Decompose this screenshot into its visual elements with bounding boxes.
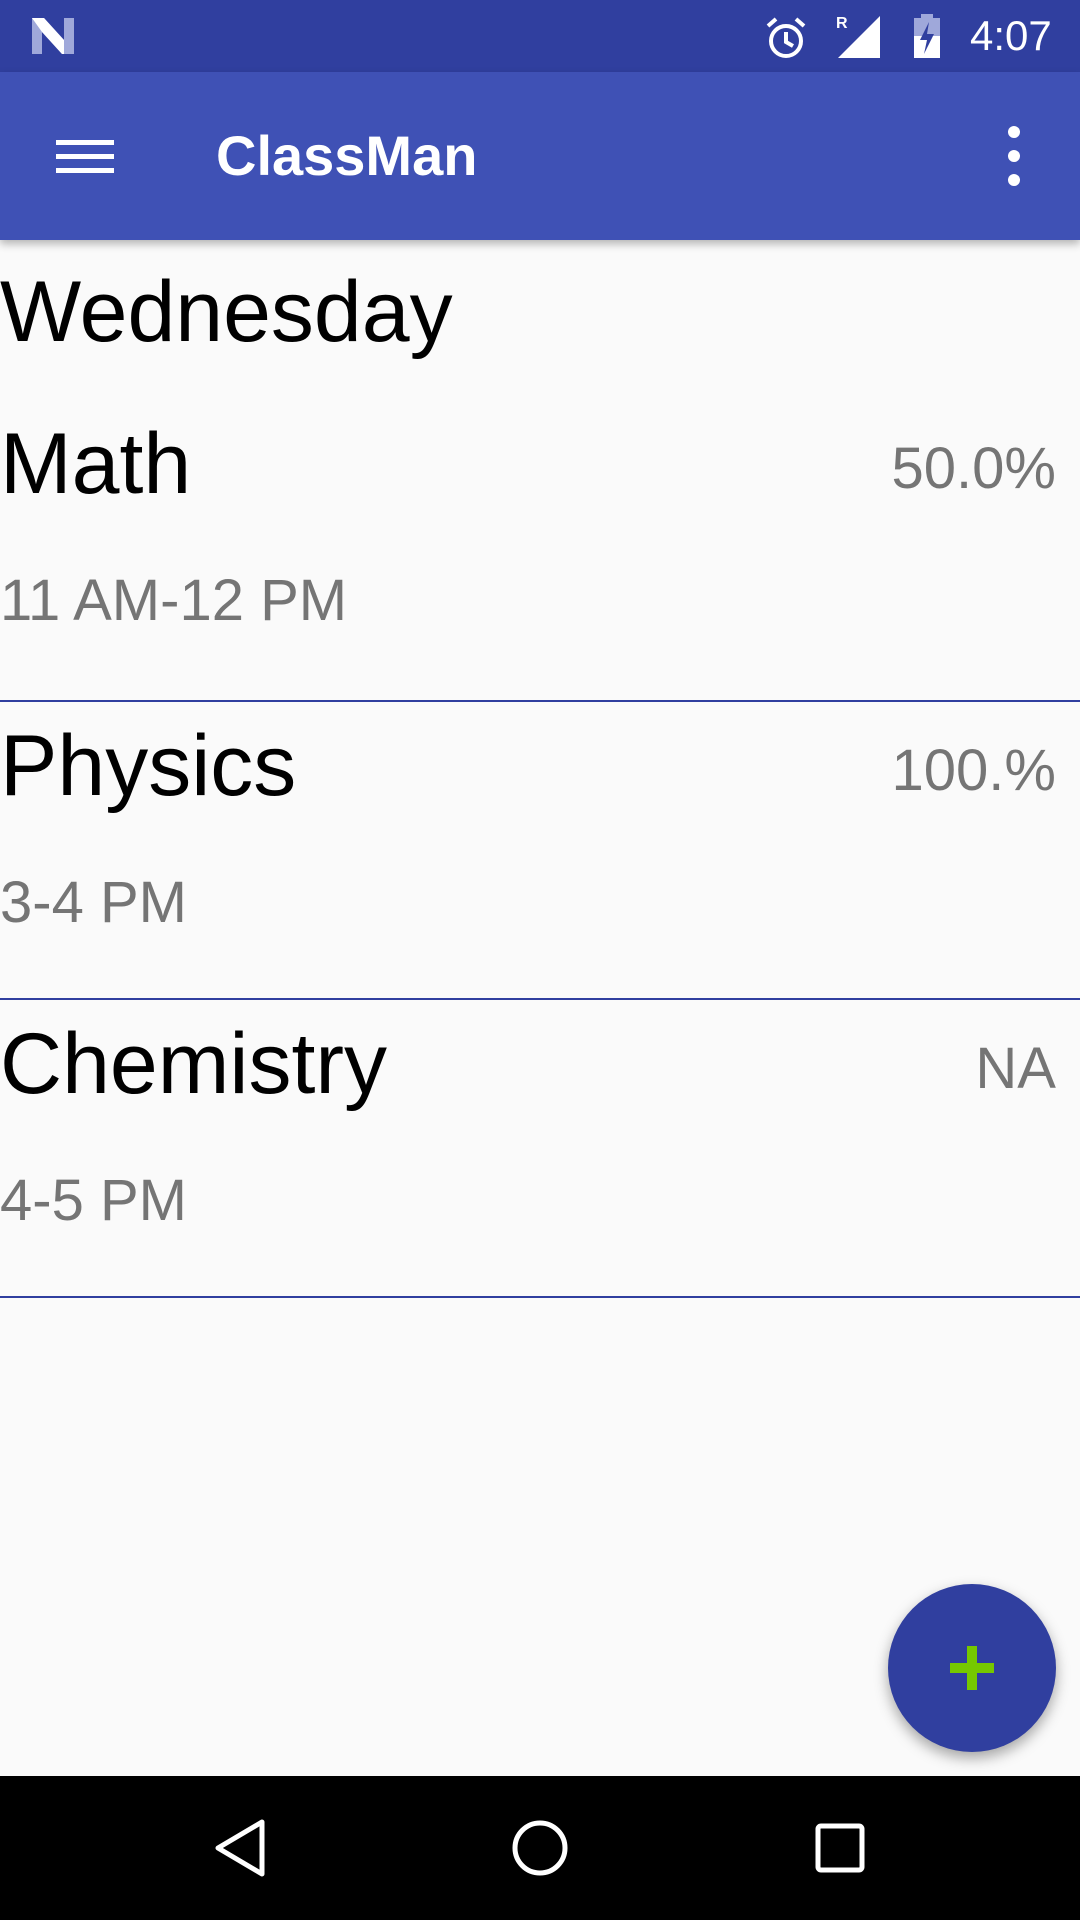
- battery-charging-icon: [914, 14, 940, 58]
- class-time: 4-5 PM: [0, 1168, 187, 1233]
- app-title: ClassMan: [216, 124, 478, 187]
- class-attendance-percent: 50.0%: [891, 436, 1056, 501]
- notification-n-icon: [32, 18, 74, 54]
- class-list: Math 50.0% 11 AM-12 PM Physics 100.% 3-4…: [0, 400, 1080, 1298]
- class-name: Chemistry: [0, 1016, 388, 1112]
- navigation-menu-button[interactable]: [40, 120, 130, 192]
- add-icon: [950, 1646, 994, 1690]
- hamburger-menu-icon: [56, 140, 114, 173]
- status-bar: R 4:07: [0, 0, 1080, 72]
- class-time: 3-4 PM: [0, 870, 187, 935]
- more-vert-icon: [1008, 126, 1020, 186]
- back-icon: [215, 1819, 265, 1877]
- recents-icon: [815, 1823, 865, 1873]
- alarm-icon: [766, 17, 806, 58]
- class-name: Physics: [0, 718, 297, 814]
- class-attendance-percent: 100.%: [891, 738, 1056, 803]
- class-attendance-percent: NA: [975, 1036, 1056, 1101]
- system-nav-bar: [0, 1776, 1080, 1920]
- add-class-button[interactable]: [888, 1584, 1056, 1752]
- class-name: Math: [0, 416, 192, 512]
- home-button[interactable]: [500, 1812, 580, 1884]
- toolbar: ClassMan: [0, 72, 1080, 240]
- class-item-physics[interactable]: Physics 100.% 3-4 PM: [0, 702, 1080, 1000]
- home-icon: [512, 1820, 568, 1876]
- class-item-math[interactable]: Math 50.0% 11 AM-12 PM: [0, 400, 1080, 702]
- recents-button[interactable]: [800, 1812, 880, 1884]
- back-button[interactable]: [200, 1812, 280, 1884]
- signal-roaming-icon: R: [836, 15, 880, 58]
- svg-text:R: R: [836, 15, 848, 32]
- day-heading: Wednesday: [0, 264, 453, 360]
- class-item-chemistry[interactable]: Chemistry NA 4-5 PM: [0, 1000, 1080, 1298]
- overflow-menu-button[interactable]: [986, 120, 1042, 192]
- class-time: 11 AM-12 PM: [0, 568, 348, 633]
- status-time: 4:07: [970, 12, 1052, 59]
